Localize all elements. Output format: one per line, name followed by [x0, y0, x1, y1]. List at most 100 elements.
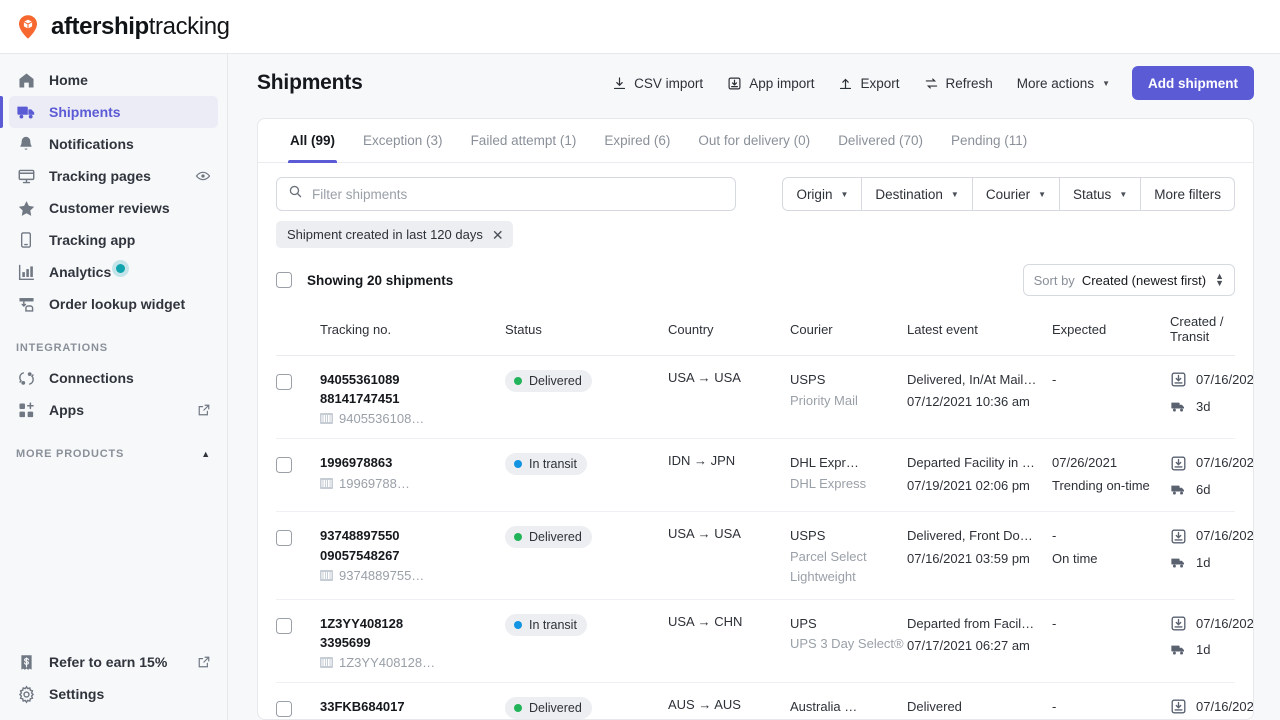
row-checkbox[interactable] — [276, 618, 292, 634]
country-route: USA → CHN — [668, 614, 790, 629]
sidebar-item-customer-reviews[interactable]: Customer reviews — [9, 192, 218, 224]
sidebar-item-analytics[interactable]: Analytics — [9, 256, 218, 288]
tracking-number-secondary: 9405536108… — [320, 411, 505, 426]
status-badge: In transit — [505, 453, 587, 475]
latest-event-text: Departed from Facil… — [907, 614, 1052, 634]
sidebar-item-refer-to-earn[interactable]: Refer to earn 15% — [9, 646, 218, 678]
csv-import-button[interactable]: CSV import — [600, 66, 715, 100]
table-row[interactable]: 199697886319969788…In transitIDN → JPNDH… — [276, 439, 1235, 512]
sidebar-item-label: Settings — [49, 686, 211, 702]
close-icon[interactable]: ✕ — [492, 228, 504, 242]
latest-event-time: 07/12/2021 10:36 am — [907, 392, 1052, 412]
cell-created-transit: 07/16/20213d — [1170, 356, 1235, 439]
row-checkbox[interactable] — [276, 374, 292, 390]
inbox-download-icon — [1170, 615, 1187, 632]
sidebar-item-label: Refer to earn 15% — [49, 654, 184, 670]
table-body: 94055361089881417474519405536108…Deliver… — [276, 356, 1235, 720]
th-created-transit: Created / Transit — [1170, 296, 1235, 356]
table-row[interactable]: 93748897550090575482679374889755…Deliver… — [276, 512, 1235, 599]
tab-delivered[interactable]: Delivered (70) — [824, 118, 937, 162]
more-filters-label: More filters — [1154, 187, 1221, 202]
row-checkbox[interactable] — [276, 701, 292, 717]
export-button[interactable]: Export — [826, 66, 911, 100]
tab-all[interactable]: All (99) — [276, 118, 349, 162]
courier-name: USPS — [790, 526, 907, 546]
page-header: Shipments CSV import App import — [228, 54, 1280, 112]
row-checkbox[interactable] — [276, 530, 292, 546]
sidebar-item-settings[interactable]: Settings — [9, 678, 218, 710]
tab-out-for-delivery[interactable]: Out for delivery (0) — [684, 118, 824, 162]
row-checkbox-cell — [276, 599, 320, 682]
sidebar-item-apps[interactable]: Apps — [9, 394, 218, 426]
sidebar-item-order-lookup-widget[interactable]: Order lookup widget — [9, 288, 218, 320]
barcode-icon — [320, 570, 333, 581]
status-dot — [514, 704, 522, 712]
more-actions-button[interactable]: More actions ▼ — [1005, 66, 1122, 100]
cell-latest-event: Departed Facility in …07/19/2021 02:06 p… — [907, 439, 1052, 512]
filter-status-label: Status — [1073, 187, 1111, 202]
brand-logo[interactable]: aftershiptracking — [14, 13, 230, 41]
cell-latest-event: Delivered, In/At Mail…07/12/2021 10:36 a… — [907, 356, 1052, 439]
cell-created-transit: 07/16/20211d — [1170, 683, 1235, 719]
refresh-button[interactable]: Refresh — [912, 66, 1005, 100]
more-filters-button[interactable]: More filters — [1141, 177, 1235, 211]
sidebar-section-integrations: INTEGRATIONS — [0, 342, 227, 354]
filter-status-button[interactable]: Status ▼ — [1060, 177, 1141, 211]
external-link-icon[interactable] — [197, 403, 211, 417]
filter-courier-button[interactable]: Courier ▼ — [973, 177, 1060, 211]
sidebar-item-label: Home — [49, 72, 211, 88]
sidebar: Home Shipments Notifications Tracking pa… — [0, 54, 228, 720]
chevron-up-icon[interactable]: ▲ — [201, 449, 211, 459]
monitor-icon — [16, 166, 36, 186]
table-row[interactable]: 1Z3YY40812833956991Z3YY408128…In transit… — [276, 599, 1235, 682]
latest-event-time: 07/19/2021 02:06 pm — [907, 476, 1052, 496]
table-row[interactable]: 94055361089881417474519405536108…Deliver… — [276, 356, 1235, 439]
select-all-checkbox[interactable] — [276, 272, 292, 288]
tracking-number-secondary: 19969788… — [320, 476, 505, 491]
transit-time-line: 3d — [1170, 397, 1235, 417]
chevron-down-icon: ▼ — [1119, 190, 1127, 199]
app-import-button[interactable]: App import — [715, 66, 826, 100]
filter-origin-button[interactable]: Origin ▼ — [782, 177, 862, 211]
bar-chart-icon — [16, 262, 36, 282]
tab-expired[interactable]: Expired (6) — [590, 118, 684, 162]
tab-exception[interactable]: Exception (3) — [349, 118, 457, 162]
tab-failed-attempt[interactable]: Failed attempt (1) — [457, 118, 591, 162]
aftership-pin-logo-icon — [14, 13, 42, 41]
refresh-label: Refresh — [946, 76, 993, 91]
tab-pending[interactable]: Pending (11) — [937, 118, 1041, 162]
th-country: Country — [668, 296, 790, 356]
sidebar-item-connections[interactable]: Connections — [9, 362, 218, 394]
row-checkbox-cell — [276, 683, 320, 719]
cell-courier: UPSUPS 3 Day Select® — [790, 599, 907, 682]
courier-name: Australia … — [790, 697, 907, 717]
status-dot — [514, 460, 522, 468]
sidebar-item-home[interactable]: Home — [9, 64, 218, 96]
cell-latest-event: Delivered07/16/2021 02:42 pm — [907, 683, 1052, 719]
sort-by-select[interactable]: Sort by Created (newest first) ▲▼ — [1023, 264, 1235, 296]
courier-service: Parcel Post — [790, 718, 907, 719]
table-row[interactable]: 33FKB68401760100093030DeliveredAUS → AUS… — [276, 683, 1235, 719]
cell-status: Delivered — [505, 512, 668, 599]
add-shipment-button[interactable]: Add shipment — [1132, 66, 1254, 100]
row-checkbox[interactable] — [276, 457, 292, 473]
sidebar-section-more-products[interactable]: MORE PRODUCTS ▲ — [0, 448, 227, 460]
filter-button-group: Origin ▼ Destination ▼ Courier ▼ Statu — [782, 177, 1235, 211]
barcode-icon — [320, 413, 333, 424]
active-filter-chips: Shipment created in last 120 days ✕ — [258, 211, 1253, 248]
sidebar-item-tracking-app[interactable]: Tracking app — [9, 224, 218, 256]
filter-chip[interactable]: Shipment created in last 120 days ✕ — [276, 221, 513, 248]
search-input[interactable] — [312, 187, 724, 202]
country-route: USA → USA — [668, 370, 790, 385]
cell-courier: USPSParcel Select Lightweight — [790, 512, 907, 599]
sidebar-item-tracking-pages[interactable]: Tracking pages — [9, 160, 218, 192]
sort-by-label: Sort by — [1034, 273, 1075, 288]
external-link-icon[interactable] — [197, 655, 211, 669]
status-tabs: All (99) Exception (3) Failed attempt (1… — [258, 119, 1253, 163]
eye-icon[interactable] — [195, 168, 211, 184]
filter-destination-button[interactable]: Destination ▼ — [862, 177, 972, 211]
sidebar-item-notifications[interactable]: Notifications — [9, 128, 218, 160]
sidebar-item-shipments[interactable]: Shipments — [9, 96, 218, 128]
app-import-label: App import — [749, 76, 814, 91]
search-box[interactable] — [276, 177, 736, 211]
